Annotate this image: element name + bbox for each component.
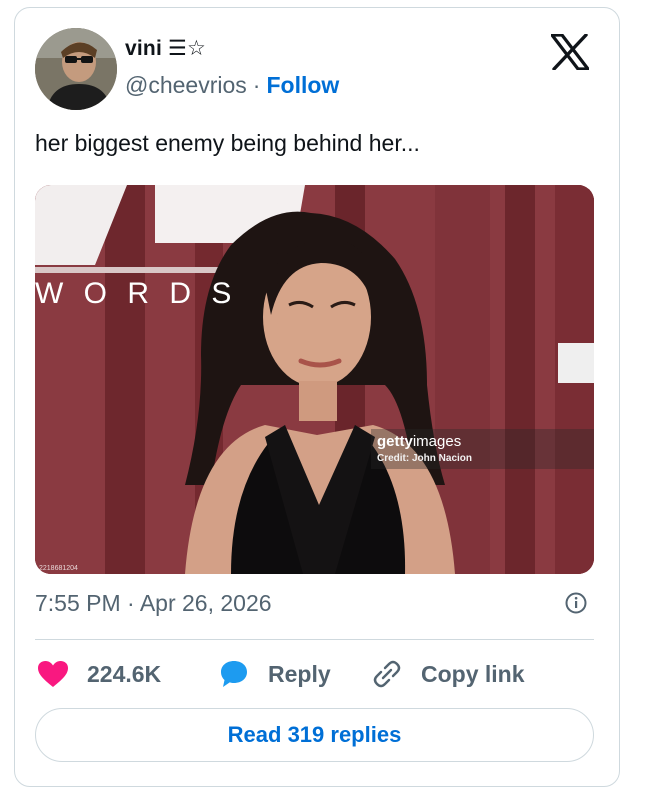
copy-link-label: Copy link	[421, 660, 525, 687]
watermark-brand-light: images	[412, 433, 462, 450]
handle[interactable]: @cheevrios	[125, 72, 247, 98]
link-icon	[371, 658, 403, 690]
separator: ·	[252, 72, 261, 98]
image-id: 2218681204	[39, 565, 78, 572]
like-button[interactable]: 224.6K	[37, 656, 161, 692]
photo-image	[35, 185, 594, 574]
speech-bubble-icon	[218, 659, 250, 689]
tweet-photo[interactable]: W O R D S gettyimages Credit: John Nacio…	[35, 185, 594, 574]
watermark-brand-bold: getty	[377, 433, 413, 450]
timestamp[interactable]: 7:55 PM · Apr 26, 2026	[35, 590, 272, 617]
handle-row: @cheevrios · Follow	[125, 72, 339, 99]
follow-button[interactable]: Follow	[266, 72, 339, 98]
copy-link-button[interactable]: Copy link	[371, 656, 525, 692]
reply-label: Reply	[268, 660, 331, 687]
tweet-text: her biggest enemy being behind her...	[35, 130, 420, 156]
watermark-credit: Credit: John Nacion	[377, 453, 473, 464]
divider	[35, 639, 594, 640]
like-count: 224.6K	[87, 660, 162, 687]
tweet-card: vini ☰☆ @cheevrios · Follow her biggest en…	[14, 7, 620, 787]
info-icon[interactable]	[565, 592, 587, 614]
display-name[interactable]: vini ☰☆	[125, 36, 206, 61]
sign-text: W O R D S	[35, 277, 238, 310]
x-logo-icon[interactable]	[550, 33, 590, 71]
avatar[interactable]	[35, 28, 117, 110]
watermark: gettyimages Credit: John Nacion	[371, 429, 594, 469]
reply-button[interactable]: Reply	[218, 656, 331, 692]
heart-icon	[37, 660, 69, 688]
read-replies-button[interactable]: Read 319 replies	[35, 708, 594, 762]
page: vini ☰☆ @cheevrios · Follow her biggest en…	[0, 0, 654, 812]
watermark-brand: gettyimages	[377, 433, 461, 450]
